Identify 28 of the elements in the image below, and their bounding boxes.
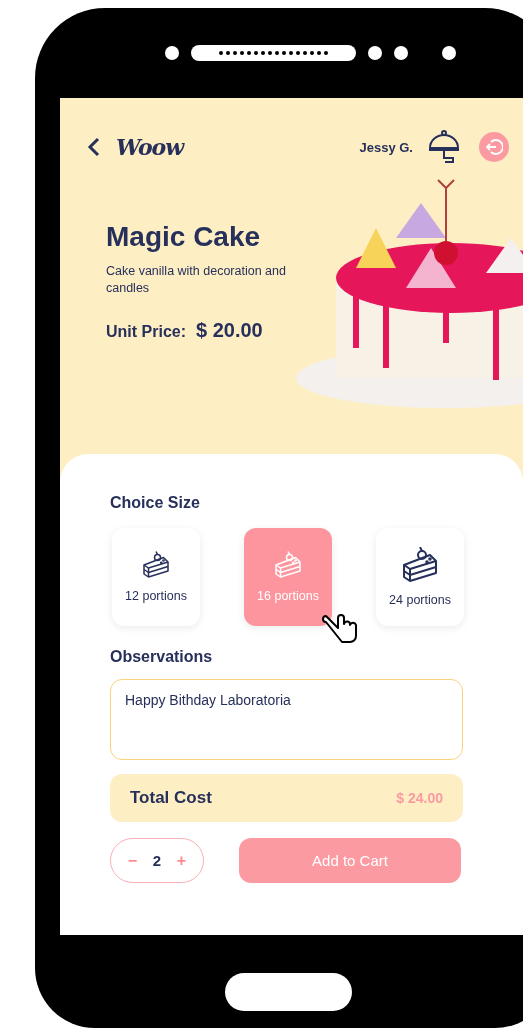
camera-dot	[442, 46, 456, 60]
total-value: $ 24.00	[396, 790, 443, 806]
size-option[interactable]: 24 portions	[376, 528, 464, 626]
cake-slice-icon	[273, 551, 303, 579]
decrease-button[interactable]: −	[125, 851, 140, 870]
sensor-dot	[394, 46, 408, 60]
product-title: Magic Cake	[106, 221, 262, 253]
section-title: Observations	[110, 648, 214, 666]
camera-dot	[165, 46, 179, 60]
observations-field[interactable]: Happy Bithday Laboratoria	[110, 679, 463, 760]
price-label: Unit Price:	[106, 323, 186, 341]
back-icon[interactable]	[86, 136, 102, 158]
unit-price: $ 20.00	[196, 319, 263, 342]
cake-slice-icon	[400, 547, 440, 583]
add-to-cart-button[interactable]: Add to Cart	[239, 838, 461, 883]
quantity-value: 2	[152, 852, 162, 869]
home-button[interactable]	[225, 973, 352, 1011]
size-option[interactable]: 12 portions	[112, 528, 200, 626]
product-description: Cake vanilla with decoration and candles	[106, 263, 286, 297]
cake-slice-icon	[141, 551, 171, 579]
total-label: Total Cost	[130, 788, 212, 808]
sensor-dot	[368, 46, 382, 60]
increase-button[interactable]: +	[174, 851, 189, 870]
user-name: Jessy G.	[359, 139, 413, 155]
logout-icon	[485, 138, 503, 156]
logo: Woow	[116, 134, 184, 160]
size-option[interactable]: 16 portions	[244, 528, 332, 626]
section-title: Choice Size	[110, 494, 201, 512]
